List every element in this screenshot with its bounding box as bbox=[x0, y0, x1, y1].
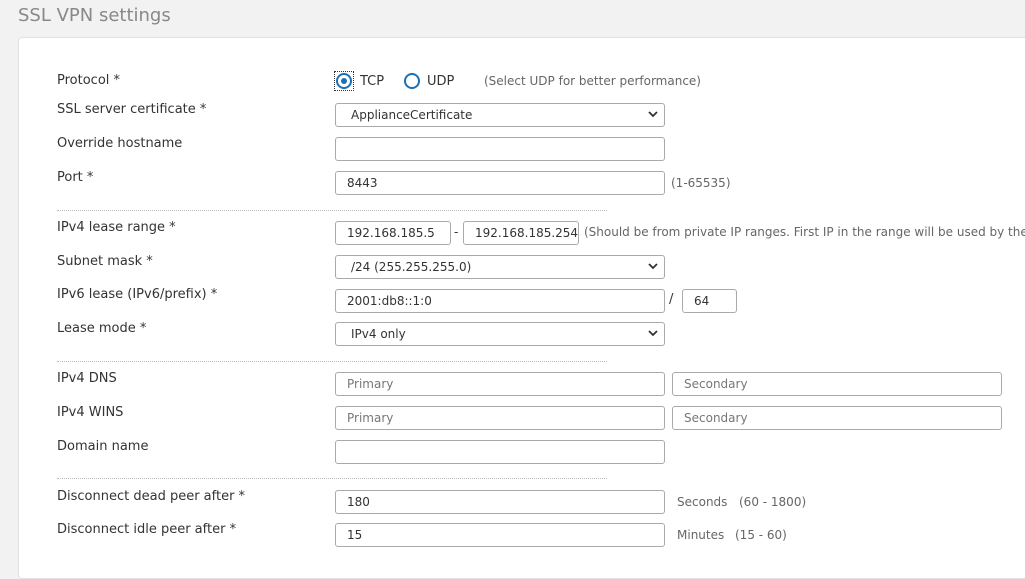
ipv6-address-input[interactable] bbox=[335, 289, 665, 313]
protocol-label: Protocol * bbox=[57, 73, 121, 88]
port-input[interactable] bbox=[335, 171, 665, 195]
idle-peer-range: (15 - 60) bbox=[735, 528, 787, 542]
subnet-label: Subnet mask * bbox=[57, 254, 153, 269]
port-label: Port * bbox=[57, 170, 94, 185]
ipv4-dns-label: IPv4 DNS bbox=[57, 371, 117, 386]
chevron-down-icon bbox=[648, 330, 658, 337]
section-divider bbox=[57, 478, 607, 479]
ipv6-prefix-separator: / bbox=[669, 292, 674, 307]
ipv4-dns-primary-input[interactable] bbox=[335, 372, 665, 396]
domain-input[interactable] bbox=[335, 440, 665, 464]
ipv6-prefix-input[interactable] bbox=[682, 289, 737, 313]
ipv4-lease-end-input[interactable] bbox=[463, 221, 579, 245]
certificate-select[interactable]: ApplianceCertificate bbox=[335, 103, 665, 127]
dead-peer-range: (60 - 1800) bbox=[739, 495, 807, 509]
page-title: SSL VPN settings bbox=[18, 5, 171, 26]
idle-peer-unit: Minutes bbox=[677, 528, 725, 542]
dead-peer-unit: Seconds bbox=[677, 495, 728, 509]
domain-label: Domain name bbox=[57, 439, 149, 454]
ipv4-lease-label: IPv4 lease range * bbox=[57, 220, 176, 235]
ipv4-lease-hint: (Should be from private IP ranges. First… bbox=[584, 225, 1025, 239]
subnet-value: /24 (255.255.255.0) bbox=[351, 260, 472, 274]
ipv4-lease-start-input[interactable] bbox=[335, 221, 451, 245]
chevron-down-icon bbox=[648, 263, 658, 270]
protocol-tcp-radio[interactable] bbox=[336, 73, 352, 89]
lease-mode-label: Lease mode * bbox=[57, 321, 147, 336]
ipv4-wins-secondary-input[interactable] bbox=[672, 406, 1002, 430]
hostname-input[interactable] bbox=[335, 137, 665, 161]
section-divider bbox=[57, 210, 607, 211]
ipv4-dns-secondary-input[interactable] bbox=[672, 372, 1002, 396]
dead-peer-label: Disconnect dead peer after * bbox=[57, 489, 246, 504]
section-divider bbox=[57, 361, 607, 362]
dead-peer-input[interactable] bbox=[335, 490, 665, 514]
ipv4-lease-separator: - bbox=[454, 225, 459, 239]
hostname-label: Override hostname bbox=[57, 136, 183, 151]
protocol-hint: (Select UDP for better performance) bbox=[484, 74, 701, 88]
ipv4-wins-label: IPv4 WINS bbox=[57, 405, 124, 420]
ipv4-wins-primary-input[interactable] bbox=[335, 406, 665, 430]
protocol-udp-label[interactable]: UDP bbox=[427, 74, 454, 89]
ipv6-lease-label: IPv6 lease (IPv6/prefix) * bbox=[57, 287, 218, 302]
lease-mode-select[interactable]: IPv4 only bbox=[335, 322, 665, 346]
certificate-value: ApplianceCertificate bbox=[351, 108, 473, 122]
idle-peer-label: Disconnect idle peer after * bbox=[57, 522, 237, 537]
lease-mode-value: IPv4 only bbox=[351, 327, 406, 341]
subnet-select[interactable]: /24 (255.255.255.0) bbox=[335, 255, 665, 279]
protocol-udp-radio[interactable] bbox=[404, 73, 420, 89]
certificate-label: SSL server certificate * bbox=[57, 102, 207, 117]
port-hint: (1-65535) bbox=[671, 176, 731, 190]
idle-peer-input[interactable] bbox=[335, 523, 665, 547]
protocol-tcp-label[interactable]: TCP bbox=[360, 74, 384, 89]
chevron-down-icon bbox=[648, 111, 658, 118]
